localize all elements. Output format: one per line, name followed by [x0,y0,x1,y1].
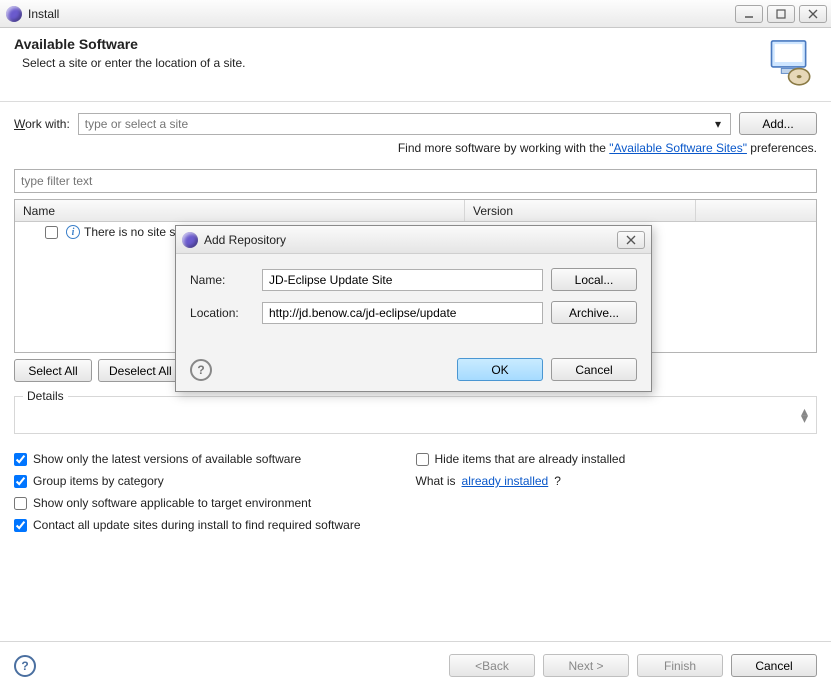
cancel-button[interactable]: Cancel [731,654,817,677]
contact-sites-label: Contact all update sites during install … [33,518,361,532]
archive-button[interactable]: Archive... [551,301,637,324]
dialog-cancel-button[interactable]: Cancel [551,358,637,381]
work-with-label: Work with: [14,117,70,131]
location-input[interactable] [262,302,543,324]
deselect-all-button[interactable]: Deselect All [98,359,183,382]
eclipse-icon [6,6,22,22]
add-repository-dialog: Add Repository Name: Local... Location: … [175,225,652,392]
page-heading: Available Software [14,36,753,52]
details-legend: Details [23,389,68,403]
contact-sites-checkbox[interactable] [14,519,27,532]
minimize-button[interactable] [735,5,763,23]
name-label: Name: [190,273,254,287]
install-icon [765,36,817,91]
eclipse-icon [182,232,198,248]
group-checkbox[interactable] [14,475,27,488]
col-name[interactable]: Name [15,200,465,221]
already-installed-link[interactable]: already installed [462,474,549,488]
dialog-close-button[interactable] [617,231,645,249]
group-label: Group items by category [33,474,164,488]
maximize-button[interactable] [767,5,795,23]
row-checkbox[interactable] [45,226,58,239]
col-version[interactable]: Version [465,200,696,221]
name-input[interactable] [262,269,543,291]
work-with-combo[interactable]: ▾ [78,113,731,135]
hide-installed-label: Hide items that are already installed [435,452,626,466]
back-button[interactable]: < Back [449,654,535,677]
chevron-down-icon[interactable]: ▾ [710,117,726,131]
available-sites-link[interactable]: "Available Software Sites" [609,141,747,155]
applicable-checkbox[interactable] [14,497,27,510]
work-with-input[interactable] [83,116,710,132]
dialog-title: Add Repository [204,233,611,247]
find-more-text: Find more software by working with the "… [14,141,817,155]
col-spacer [696,200,816,221]
whatis-text: What is already installed? [416,474,818,488]
page-subtext: Select a site or enter the location of a… [22,56,753,70]
filter-input[interactable] [14,169,817,193]
info-icon: i [66,225,80,239]
help-icon[interactable]: ? [14,655,36,677]
ok-button[interactable]: OK [457,358,543,381]
close-button[interactable] [799,5,827,23]
latest-label: Show only the latest versions of availab… [33,452,301,466]
next-button[interactable]: Next > [543,654,629,677]
local-button[interactable]: Local... [551,268,637,291]
dialog-help-icon[interactable]: ? [190,359,212,381]
select-all-button[interactable]: Select All [14,359,92,382]
hide-installed-checkbox[interactable] [416,453,429,466]
add-site-button[interactable]: Add... [739,112,817,135]
applicable-label: Show only software applicable to target … [33,496,311,510]
scroll-hint-icon: ▴▾ [801,408,808,422]
location-label: Location: [190,306,254,320]
details-group: Details ▴▾ [14,396,817,434]
latest-checkbox[interactable] [14,453,27,466]
window-title: Install [28,7,729,21]
finish-button[interactable]: Finish [637,654,723,677]
